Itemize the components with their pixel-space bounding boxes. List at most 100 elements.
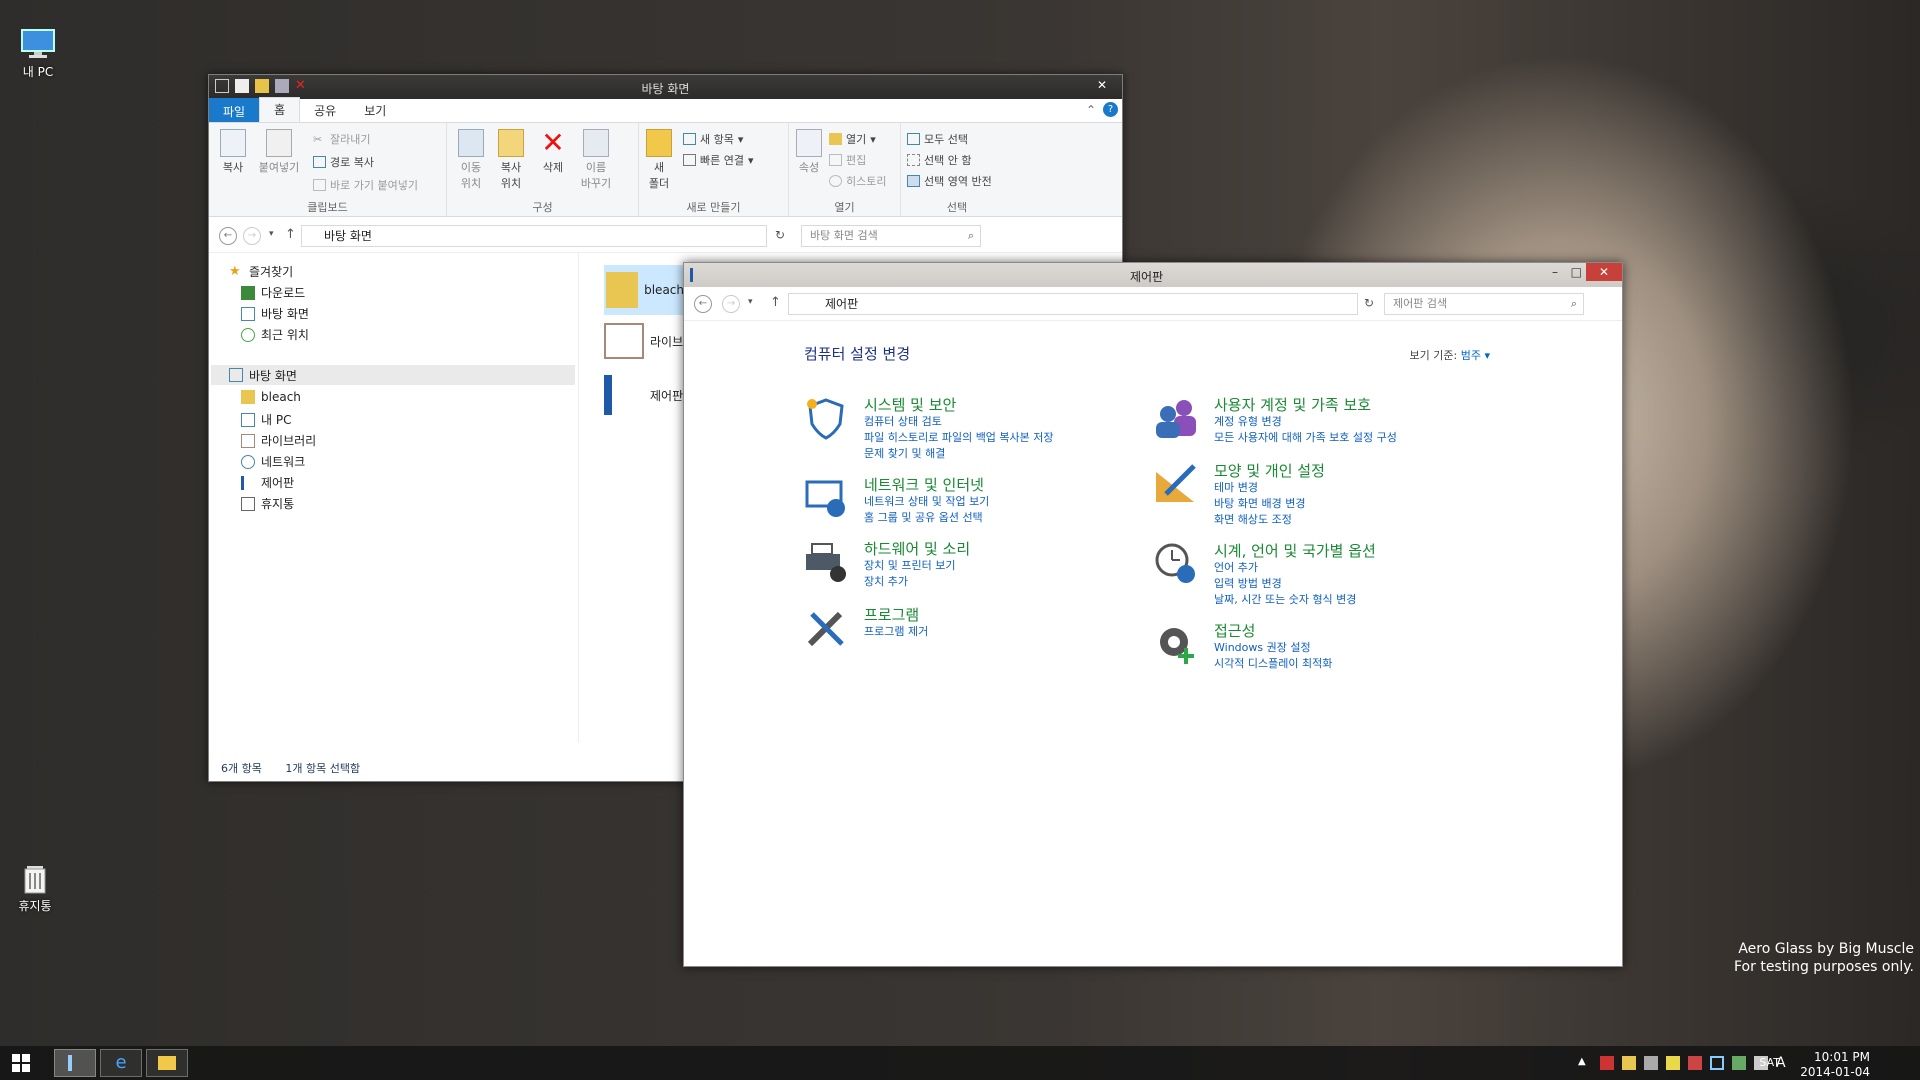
category-title[interactable]: 시계, 언어 및 국가별 옵션 bbox=[1214, 540, 1376, 561]
control-panel-window[interactable]: 제어판 – □ ✕ ← → ▾ ↑ 제어판 ↻ 제어판 검색 ⌕ 컴퓨터 설정 변… bbox=[683, 262, 1623, 967]
category-title[interactable]: 네트워크 및 인터넷 bbox=[864, 474, 984, 495]
forward-button[interactable]: → bbox=[722, 295, 740, 313]
recent-locations-dropdown[interactable]: ▾ bbox=[269, 229, 274, 239]
tree-item-downloads[interactable]: 다운로드 bbox=[241, 284, 305, 301]
new-item-button[interactable]: 새 항목 ▾ bbox=[683, 131, 743, 147]
category-link[interactable]: Windows 권장 설정 bbox=[1214, 639, 1311, 655]
close-button[interactable]: ✕ bbox=[1586, 263, 1622, 281]
new-folder-button[interactable]: 새 폴더 bbox=[643, 129, 675, 191]
copy-path-button[interactable]: 경로 복사 bbox=[313, 154, 374, 170]
copy-to-button[interactable]: 복사 위치 bbox=[493, 129, 529, 191]
copy-button[interactable]: 복사 bbox=[217, 129, 249, 175]
back-button[interactable]: ← bbox=[694, 295, 712, 313]
taskbar-internet-explorer[interactable]: e bbox=[100, 1049, 142, 1077]
tab-file[interactable]: 파일 bbox=[209, 98, 260, 122]
tree-favorites[interactable]: ★ 즐겨찾기 bbox=[229, 263, 293, 280]
tree-item-recent[interactable]: 최근 위치 bbox=[241, 326, 309, 343]
category-link[interactable]: 홈 그룹 및 공유 옵션 선택 bbox=[864, 509, 983, 525]
address-input[interactable]: 바탕 화면 bbox=[301, 225, 767, 247]
category-link[interactable]: 시각적 디스플레이 최적화 bbox=[1214, 655, 1332, 671]
edit-button[interactable]: 편집 bbox=[829, 152, 866, 168]
tree-item-recycle-bin[interactable]: 휴지통 bbox=[241, 495, 294, 512]
forward-button[interactable]: → bbox=[243, 227, 261, 245]
category-title[interactable]: 시스템 및 보안 bbox=[864, 394, 956, 415]
category-link[interactable]: 컴퓨터 상태 검토 bbox=[864, 413, 942, 429]
category-link[interactable]: 장치 추가 bbox=[864, 573, 908, 589]
properties-button[interactable]: 속성 bbox=[793, 129, 825, 175]
select-none-button[interactable]: 선택 안 함 bbox=[907, 152, 971, 168]
up-button[interactable]: ↑ bbox=[770, 295, 781, 310]
tree-item-control-panel[interactable]: 제어판 bbox=[241, 474, 294, 491]
category-title[interactable]: 모양 및 개인 설정 bbox=[1214, 460, 1325, 481]
category-link[interactable]: 계정 유형 변경 bbox=[1214, 413, 1282, 429]
category-link[interactable]: 바탕 화면 배경 변경 bbox=[1214, 495, 1305, 511]
minimize-button[interactable]: – bbox=[1552, 265, 1558, 279]
tree-item-libraries[interactable]: 라이브러리 bbox=[241, 432, 316, 449]
clock[interactable]: 10:01 PM 2014-01-04 bbox=[1800, 1050, 1870, 1080]
category-title[interactable]: 프로그램 bbox=[864, 604, 919, 625]
tree-item-desktop-fav[interactable]: 바탕 화면 bbox=[241, 305, 309, 322]
delete-button[interactable]: ✕ 삭제 bbox=[537, 129, 569, 175]
tray-app-icon[interactable] bbox=[1688, 1056, 1702, 1070]
maximize-button[interactable]: □ bbox=[1571, 265, 1582, 279]
rename-button[interactable]: 이름 바꾸기 bbox=[575, 129, 617, 191]
start-button[interactable] bbox=[12, 1054, 30, 1072]
paste-button[interactable]: 붙여넣기 bbox=[257, 129, 301, 175]
tree-desktop-selected[interactable]: 바탕 화면 bbox=[211, 365, 575, 385]
view-by-dropdown[interactable]: 범주 ▾ bbox=[1461, 349, 1490, 362]
category-link[interactable]: 언어 추가 bbox=[1214, 559, 1258, 575]
tree-item-bleach[interactable]: bleach bbox=[241, 390, 301, 404]
cut-button[interactable]: ✂ 잘라내기 bbox=[313, 131, 370, 147]
up-button[interactable]: ↑ bbox=[285, 227, 296, 242]
tree-item-network[interactable]: 네트워크 bbox=[241, 453, 305, 470]
easy-access-button[interactable]: 빠른 연결 ▾ bbox=[683, 152, 754, 168]
open-button[interactable]: 열기 ▾ bbox=[829, 131, 876, 147]
explorer-titlebar[interactable]: ✕ 바탕 화면 ✕ bbox=[209, 75, 1122, 99]
tab-view[interactable]: 보기 bbox=[350, 99, 400, 122]
category-link[interactable]: 장치 및 프린터 보기 bbox=[864, 557, 955, 573]
help-icon[interactable]: ? bbox=[1103, 102, 1118, 117]
close-button[interactable]: ✕ bbox=[1088, 75, 1116, 95]
category-link[interactable]: 문제 찾기 및 해결 bbox=[864, 445, 945, 461]
select-all-button[interactable]: 모두 선택 bbox=[907, 131, 968, 147]
history-button[interactable]: 히스토리 bbox=[829, 173, 886, 189]
tray-app-icon[interactable] bbox=[1666, 1056, 1680, 1070]
address-input[interactable]: 제어판 bbox=[788, 293, 1358, 315]
category-title[interactable]: 하드웨어 및 소리 bbox=[864, 538, 970, 559]
cpanel-titlebar[interactable]: 제어판 – □ ✕ bbox=[684, 263, 1622, 287]
paste-shortcut-button[interactable]: 바로 가기 붙여넣기 bbox=[313, 177, 418, 193]
search-input[interactable]: 제어판 검색 ⌕ bbox=[1384, 293, 1584, 315]
category-link[interactable]: 테마 변경 bbox=[1214, 479, 1258, 495]
tray-app-icon[interactable] bbox=[1600, 1056, 1614, 1070]
desktop-icon-recycle-bin[interactable]: 휴지통 bbox=[0, 862, 70, 914]
category-link[interactable]: 네트워크 상태 및 작업 보기 bbox=[864, 493, 989, 509]
chevron-up-icon[interactable]: ⌃ bbox=[1086, 103, 1096, 117]
refresh-button[interactable]: ↻ bbox=[775, 228, 785, 242]
category-link[interactable]: 파일 히스토리로 파일의 백업 복사본 저장 bbox=[864, 429, 1054, 445]
category-link[interactable]: 프로그램 제거 bbox=[864, 623, 928, 639]
category-title[interactable]: 사용자 계정 및 가족 보호 bbox=[1214, 394, 1371, 415]
tab-home[interactable]: 홈 bbox=[259, 97, 301, 122]
desktop-icon-my-pc[interactable]: 내 PC bbox=[3, 28, 73, 80]
file-item-bleach[interactable]: bleach bbox=[604, 265, 684, 315]
search-input[interactable]: 바탕 화면 검색 ⌕ bbox=[801, 225, 981, 247]
tray-network-icon[interactable] bbox=[1732, 1056, 1746, 1070]
category-link[interactable]: 날짜, 시간 또는 숫자 형식 변경 bbox=[1214, 591, 1356, 607]
category-link[interactable]: 입력 방법 변경 bbox=[1214, 575, 1282, 591]
taskbar-control-panel[interactable] bbox=[54, 1049, 96, 1077]
category-link[interactable]: 모든 사용자에 대해 가족 보호 설정 구성 bbox=[1214, 429, 1397, 445]
recent-locations-dropdown[interactable]: ▾ bbox=[748, 297, 753, 307]
category-link[interactable]: 화면 해상도 조정 bbox=[1214, 511, 1292, 527]
back-button[interactable]: ← bbox=[219, 227, 237, 245]
tab-share[interactable]: 공유 bbox=[300, 99, 350, 122]
tray-monitor-icon[interactable] bbox=[1710, 1056, 1724, 1070]
refresh-button[interactable]: ↻ bbox=[1364, 296, 1374, 310]
tree-item-my-pc[interactable]: 내 PC bbox=[241, 411, 291, 428]
invert-selection-button[interactable]: 선택 영역 반전 bbox=[907, 173, 992, 189]
file-item-control-panel[interactable]: 제어판 bbox=[604, 375, 683, 415]
move-to-button[interactable]: 이동 위치 bbox=[453, 129, 489, 191]
taskbar-file-explorer[interactable] bbox=[146, 1049, 188, 1077]
tray-expand-icon[interactable]: ▲ bbox=[1578, 1056, 1592, 1070]
tray-folder-icon[interactable] bbox=[1622, 1056, 1636, 1070]
tray-app-icon[interactable] bbox=[1644, 1056, 1658, 1070]
